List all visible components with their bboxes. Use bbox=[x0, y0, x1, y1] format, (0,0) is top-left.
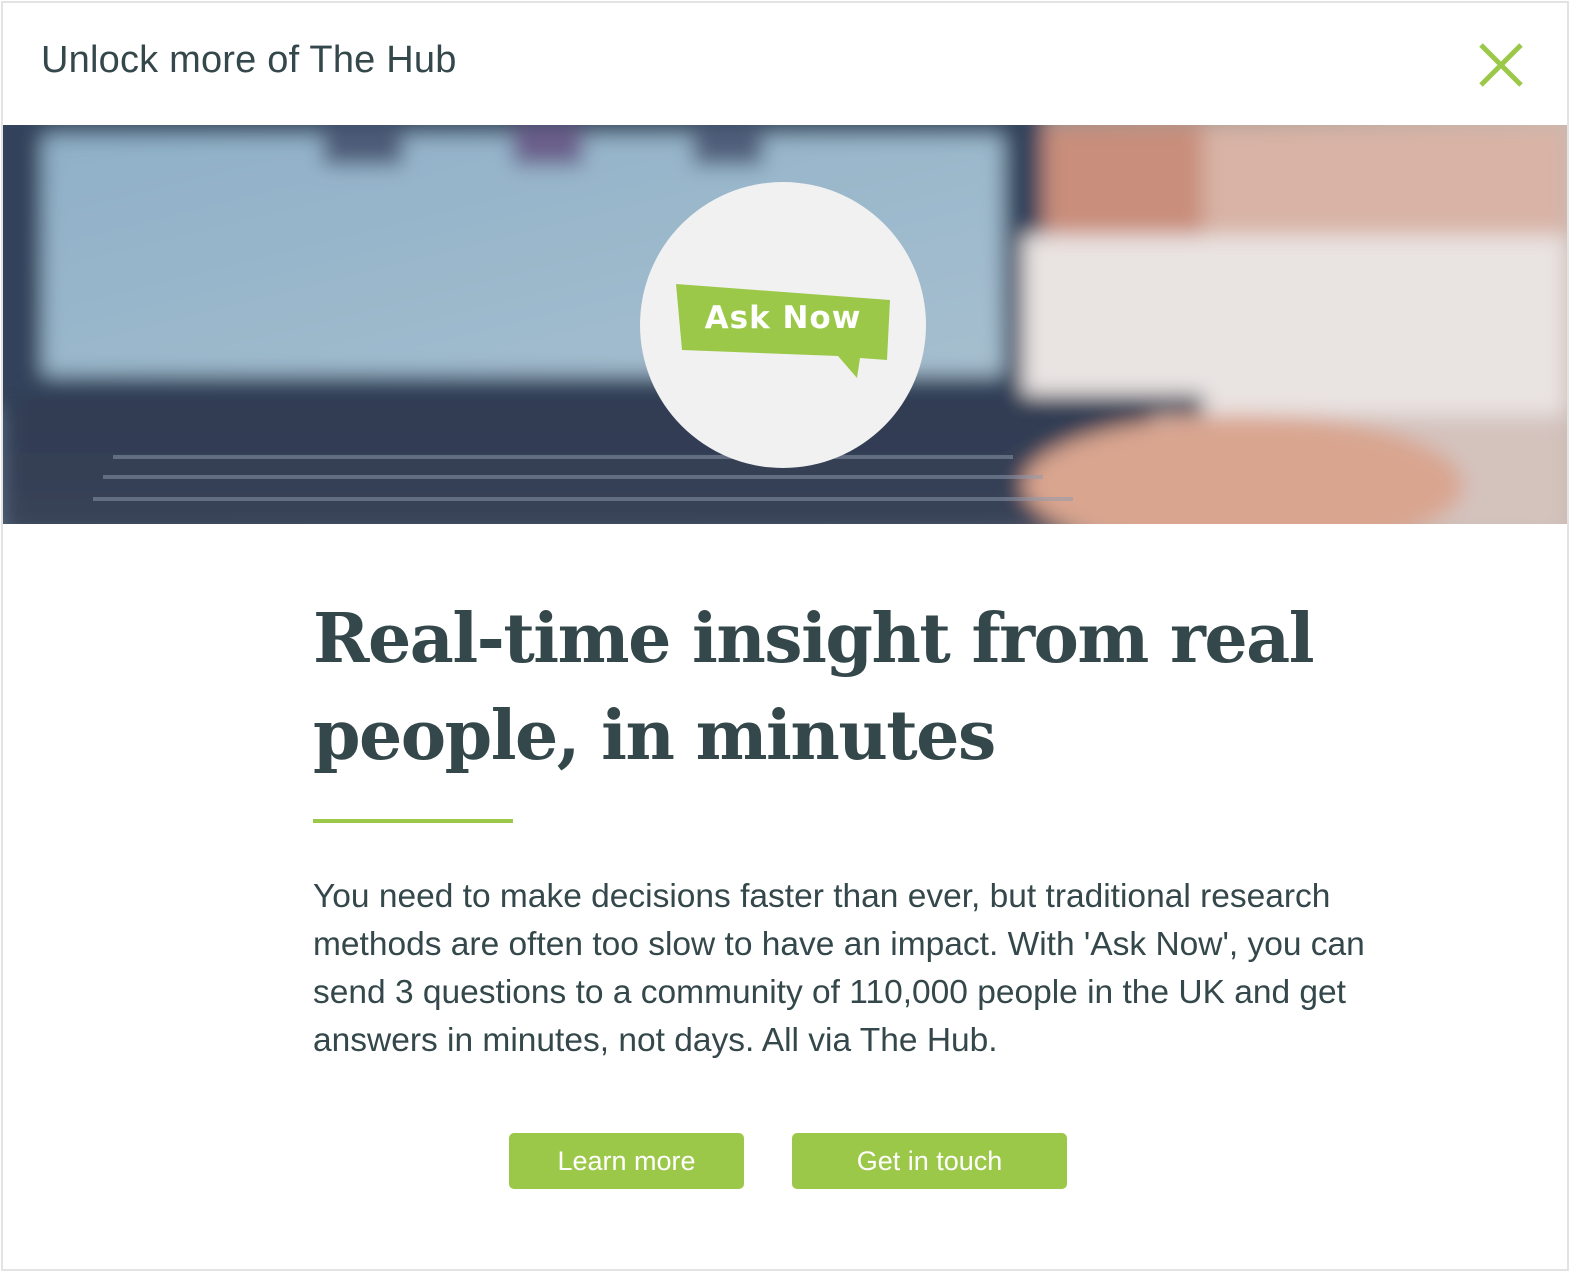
ask-now-badge: Ask Now bbox=[640, 182, 926, 468]
modal-title: Unlock more of The Hub bbox=[41, 39, 457, 81]
headline: Real-time insight from real people, in m… bbox=[313, 599, 1315, 776]
accent-divider bbox=[313, 819, 513, 823]
close-button[interactable] bbox=[1477, 41, 1525, 89]
body-text: You need to make decisions faster than e… bbox=[313, 878, 1365, 1059]
learn-more-button[interactable]: Learn more bbox=[509, 1133, 744, 1189]
modal-header: Unlock more of The Hub bbox=[3, 3, 1567, 125]
promo-content: Real-time insight from real people, in m… bbox=[313, 591, 1393, 1065]
badge-label: Ask Now bbox=[704, 300, 862, 336]
get-in-touch-button[interactable]: Get in touch bbox=[792, 1133, 1067, 1189]
unlock-modal: Unlock more of The Hub Ask Now Real-time… bbox=[1, 1, 1569, 1271]
hero-image: Ask Now bbox=[3, 125, 1567, 524]
close-icon bbox=[1479, 43, 1523, 87]
